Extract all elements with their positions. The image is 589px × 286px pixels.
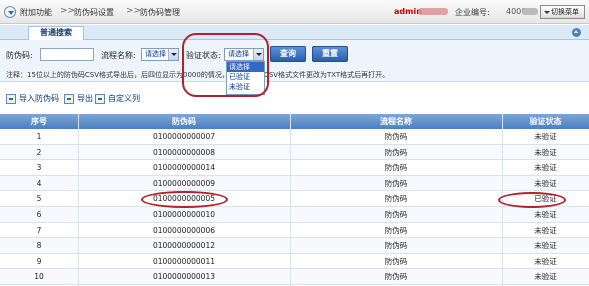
row-status: 未验证 [534, 210, 557, 219]
table-row[interactable]: 7 0100000000006 防伪码 未验证 [0, 222, 589, 239]
row-status: 未验证 [534, 132, 557, 141]
row-flow: 防伪码 [384, 163, 408, 173]
table-row[interactable]: 10 0100000000013 防伪码 未验证 [0, 269, 589, 285]
import-label: 导入防伪码 [19, 94, 59, 103]
row-status: 未验证 [534, 272, 557, 282]
breadcrumb-item: 防伪码管理 [140, 8, 180, 17]
row-code: 0100000000011 [152, 256, 216, 266]
table-row[interactable]: 8 0100000000012 防伪码 未验证 [0, 238, 589, 254]
export-label: 导出 [77, 94, 93, 103]
table-row[interactable]: 3 0100000000014 防伪码 未验证 [0, 160, 589, 176]
row-code: 0100000000012 [152, 241, 216, 251]
chevron-down-icon [168, 49, 178, 60]
dropdown-option[interactable]: 未验证 [227, 82, 264, 92]
row-index: 6 [36, 210, 42, 219]
column-header-index[interactable]: 序号 [0, 114, 78, 129]
row-index: 9 [36, 256, 42, 266]
row-status: 未验证 [534, 163, 557, 173]
row-code: 0100000000005 [152, 194, 216, 204]
dropdown-option[interactable]: 请选择 [227, 62, 264, 72]
top-bar: 附加功能 >> 防伪码设置 >> 防伪码管理 admin 企业编号: 40000… [0, 0, 589, 24]
row-code: 0100000000007 [152, 132, 216, 141]
action-toolbar: 导入防伪码 导出 自定义列 [0, 88, 589, 110]
import-icon [6, 94, 16, 104]
verify-select-value: 请选择 [228, 50, 249, 58]
row-code: 0100000000014 [152, 163, 216, 173]
row-code: 0100000000010 [152, 210, 216, 219]
table-row[interactable]: 6 0100000000010 防伪码 未验证 [0, 207, 589, 223]
table-row[interactable]: 2 0100000000008 防伪码 未验证 [0, 144, 589, 161]
custom-columns-button[interactable]: 自定义列 [95, 92, 140, 106]
search-tab-bar: 普通搜索 [0, 25, 589, 40]
table-row[interactable]: 5 0100000000005 防伪码 已验证 [0, 191, 589, 207]
query-button[interactable]: 查询 [270, 46, 306, 62]
tab-normal-search[interactable]: 普通搜索 [28, 26, 84, 40]
verify-select[interactable]: 请选择 [224, 48, 264, 61]
verify-label: 验证状态: [186, 51, 221, 60]
reset-button[interactable]: 重置 [312, 46, 348, 62]
row-index: 2 [36, 147, 42, 157]
column-header-code[interactable]: 防伪码 [78, 114, 290, 129]
row-index: 8 [36, 241, 42, 251]
export-icon [64, 94, 74, 104]
row-flow: 防伪码 [384, 210, 408, 219]
code-input[interactable] [40, 48, 94, 61]
breadcrumb-item[interactable]: 附加功能 [20, 7, 52, 18]
switch-menu-button[interactable]: 切换菜单 [540, 5, 585, 19]
row-flow: 防伪码 [384, 272, 408, 282]
export-button[interactable]: 导出 [64, 92, 93, 106]
row-index: 5 [36, 194, 42, 204]
row-flow: 防伪码 [384, 241, 408, 251]
verify-dropdown-list: 请选择 已验证 未验证 [226, 61, 265, 95]
columns-icon [95, 94, 105, 104]
row-flow: 防伪码 [384, 178, 408, 188]
row-status: 未验证 [534, 147, 557, 157]
corp-id-redaction [522, 8, 538, 15]
row-status: 未验证 [534, 241, 557, 251]
username-redaction [418, 8, 448, 15]
menu-toggle-icon[interactable] [4, 6, 16, 18]
row-code: 0100000000008 [152, 147, 216, 157]
row-status: 未验证 [534, 178, 557, 188]
flow-select-value: 请选择 [145, 50, 166, 58]
table-row[interactable]: 4 0100000000009 防伪码 未验证 [0, 175, 589, 192]
table-row[interactable]: 1 0100000000007 防伪码 未验证 [0, 129, 589, 145]
breadcrumb-separator: >> [126, 6, 142, 16]
row-flow: 防伪码 [384, 147, 408, 157]
table-row[interactable]: 9 0100000000011 防伪码 未验证 [0, 253, 589, 270]
breadcrumb-separator: >> [60, 6, 76, 16]
custom-columns-label: 自定义列 [108, 94, 140, 103]
flow-label: 流程名称: [101, 51, 136, 60]
row-status: 未验证 [534, 256, 557, 266]
chevron-down-icon [253, 49, 263, 60]
row-index: 1 [36, 132, 42, 141]
flow-select[interactable]: 请选择 [141, 48, 179, 61]
column-divider [78, 114, 79, 286]
column-divider [290, 114, 291, 286]
row-index: 10 [34, 272, 44, 282]
row-status: 未验证 [534, 225, 557, 235]
row-flow: 防伪码 [384, 225, 408, 235]
collapse-icon[interactable] [572, 28, 581, 37]
row-index: 4 [36, 178, 42, 188]
breadcrumb-item[interactable]: 防伪码设置 [74, 7, 114, 18]
dropdown-option[interactable]: 已验证 [227, 72, 264, 82]
row-code: 0100000000006 [152, 225, 216, 235]
corp-id-label: 企业编号: [455, 8, 490, 17]
row-flow: 防伪码 [384, 194, 408, 204]
import-codes-button[interactable]: 导入防伪码 [6, 92, 59, 106]
row-status: 已验证 [534, 194, 557, 204]
column-header-flow[interactable]: 流程名称 [290, 114, 502, 129]
row-flow: 防伪码 [384, 132, 408, 141]
table-header: 序号 防伪码 流程名称 验证状态 [0, 114, 589, 129]
csv-note: 注释：15位以上的防伪码CSV格式导出后，后四位显示为0000的情况，请把导出的… [6, 71, 390, 79]
row-code: 0100000000013 [152, 272, 216, 282]
row-code: 0100000000009 [152, 178, 216, 188]
row-index: 3 [36, 163, 42, 173]
row-index: 7 [36, 225, 42, 235]
code-label: 防伪码: [6, 51, 33, 60]
column-header-status[interactable]: 验证状态 [502, 114, 589, 129]
row-flow: 防伪码 [384, 256, 408, 266]
column-divider [502, 114, 503, 286]
